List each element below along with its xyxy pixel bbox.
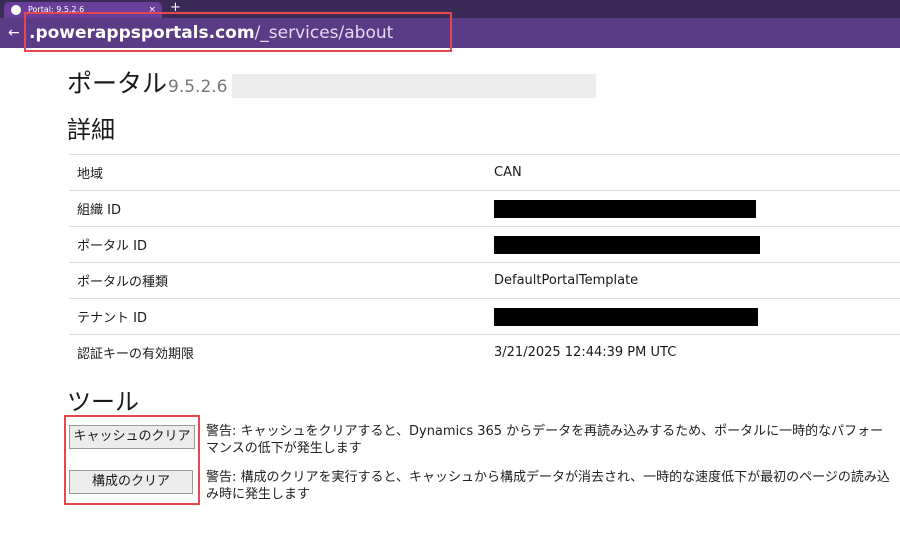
table-row: 地域 CAN	[69, 154, 900, 191]
url-highlight-box	[24, 12, 452, 52]
table-row: テナント ID	[69, 298, 900, 335]
redacted-value	[494, 307, 758, 326]
page-title: ポータル	[67, 69, 168, 98]
table-row: ポータル ID	[69, 226, 900, 263]
clear-cache-warning: 警告: キャッシュをクリアすると、Dynamics 365 からデータを再読み込…	[206, 424, 884, 456]
detail-value: CAN	[494, 154, 900, 191]
detail-label: 地域	[69, 154, 494, 191]
tools-heading: ツール	[67, 388, 139, 416]
detail-label: 認証キーの有効期限	[69, 334, 494, 370]
detail-label: ポータル ID	[69, 226, 494, 263]
detail-label: 組織 ID	[69, 190, 494, 227]
redacted-value	[494, 235, 760, 254]
detail-value: 3/21/2025 12:44:39 PM UTC	[494, 334, 900, 370]
back-arrow-icon[interactable]: ←	[8, 23, 20, 43]
detail-label: テナント ID	[69, 298, 494, 335]
table-row: ポータルの種類 DefaultPortalTemplate	[69, 262, 900, 299]
tools-highlight-box	[64, 415, 200, 505]
details-heading: 詳細	[67, 116, 115, 144]
table-row: 認証キーの有効期限 3/21/2025 12:44:39 PM UTC	[69, 334, 900, 370]
globe-icon	[11, 5, 21, 15]
details-table: 地域 CAN 組織 ID ポータル ID ポータルの種類 DefaultPort…	[69, 154, 900, 370]
blurred-portal-name	[232, 74, 596, 98]
detail-value: DefaultPortalTemplate	[494, 262, 900, 299]
portal-version: 9.5.2.6	[168, 77, 228, 97]
detail-label: ポータルの種類	[69, 262, 494, 299]
redacted-value	[494, 199, 756, 218]
clear-config-warning: 警告: 構成のクリアを実行すると、キャッシュから構成データが消去され、一時的な速…	[206, 470, 890, 502]
table-row: 組織 ID	[69, 190, 900, 227]
